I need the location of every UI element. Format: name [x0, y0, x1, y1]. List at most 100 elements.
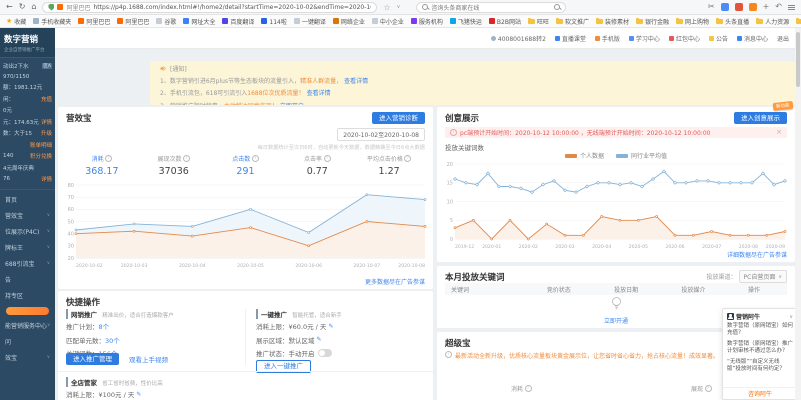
scissors-icon[interactable]: ✂ [708, 3, 715, 11]
bookmark-item[interactable]: 114啦 [261, 17, 286, 26]
metric[interactable]: 消耗?368.17 [66, 154, 138, 177]
sidebar-item[interactable]: 牌标王∨ [0, 240, 55, 256]
toggle-switch[interactable] [318, 349, 332, 357]
topbar-link[interactable]: 退出 [777, 34, 789, 43]
metric[interactable]: 平均点击价格?1.27 [353, 154, 425, 177]
bookmark-item[interactable]: 服务机构 [411, 17, 443, 26]
svg-text:40: 40 [68, 231, 74, 237]
bookmark-item[interactable]: 旺旺 [528, 17, 549, 26]
bookmark-item[interactable]: 阿里巴巴 [117, 17, 149, 26]
date-range-picker[interactable]: 2020-10-02至2020-10-08 [337, 128, 425, 141]
faq-item[interactable]: 数字营销（原网销宝）如何充值？ [727, 323, 793, 338]
legend-item[interactable]: 个人数据 [565, 151, 604, 160]
sidebar-account-line: 0元 [3, 106, 52, 114]
channel-select[interactable]: PC自营页面 ∨ [739, 270, 787, 283]
bookmark-item[interactable]: 银行金融 [636, 17, 669, 26]
translate-extension-icon[interactable] [721, 3, 729, 11]
bookmark-item[interactable]: 谷歌 [156, 17, 176, 26]
account-action-link[interactable]: 详情 [41, 118, 52, 126]
bookmark-star-icon[interactable]: ☆ [383, 3, 390, 12]
enter-promotion-management-button[interactable]: 进入推广管理 [66, 353, 119, 365]
watch-video-link[interactable]: 观看上手视频 [129, 354, 168, 364]
enter-creative-display-button[interactable]: 进入创意展示 [734, 112, 787, 124]
topbar-link[interactable]: 红包中心 [669, 34, 700, 43]
more-data-link[interactable]: 更多数据尽在广告参谋 [365, 277, 425, 286]
bookmark-item[interactable]: 百度翻译 [222, 17, 254, 26]
bookmark-item[interactable]: 网络企业 [333, 17, 365, 26]
edit-pencil-icon[interactable]: ✎ [328, 323, 333, 330]
sidebar-item[interactable]: 688引流宝∨ [0, 256, 55, 272]
sidebar-promo-button[interactable] [6, 307, 49, 315]
topbar-link[interactable]: 公告 [709, 34, 728, 43]
account-action-link[interactable]: 账单明细 [30, 141, 52, 149]
sidebar-item[interactable]: 能营销服务中心∨ [0, 318, 55, 334]
yingxiaobao-panel: 营效宝 进入营销诊断 2020-10-02至2020-10-08 每日数据统计至… [58, 107, 433, 289]
topbar-link[interactable]: 手机版 [595, 34, 620, 43]
close-icon[interactable]: × [776, 129, 782, 136]
metric[interactable]: 展现次数?37036 [138, 154, 210, 177]
browser-search[interactable]: 咨询头条商家在线 [416, 2, 566, 13]
notice-link[interactable]: 立即开启 [280, 101, 304, 105]
bookmark-item[interactable]: 人力资源 [756, 17, 789, 26]
search-icon[interactable] [554, 4, 560, 10]
edit-pencil-icon[interactable]: ✎ [136, 391, 141, 398]
scrollbar[interactable] [795, 28, 801, 400]
consult-button[interactable]: 咨询阿牛 [723, 387, 797, 399]
folder-icon [636, 19, 643, 24]
more-data-link[interactable]: 详细数据尽在广告参谋 [727, 250, 787, 259]
topbar-link[interactable]: 直播课堂 [555, 34, 586, 43]
edit-pencil-icon[interactable]: ✎ [317, 336, 322, 343]
back-icon[interactable]: ← [6, 3, 13, 11]
sidebar-item[interactable]: 效宝∨ [0, 350, 55, 366]
account-action-link[interactable]: 详情 [41, 175, 52, 183]
notice-link[interactable]: 查看详情 [307, 88, 331, 97]
faq-item[interactable]: 数字营销（原网销宝）推广计划审核不通过怎么办？ [727, 341, 793, 356]
faq-item[interactable]: “无线版”“自定义无线版”投放时间有何约定？ [727, 359, 793, 374]
metric[interactable]: 点击数?291 [210, 154, 282, 177]
chat-header[interactable]: 营销阿牛 ∨ [723, 309, 797, 323]
sidebar-item-label: 牌标王 [5, 243, 23, 252]
section-desc: 精准出价，适合打造爆款客户 [102, 313, 174, 319]
chevron-down-icon[interactable]: ∨ [789, 314, 793, 320]
fox-extension-icon[interactable] [749, 3, 757, 11]
scrollbar-thumb[interactable] [796, 32, 800, 87]
bookmark-item[interactable]: B2B网站 [489, 17, 521, 26]
sidebar-item[interactable]: 营效宝∨ [0, 208, 55, 224]
bookmark-item[interactable]: 头条直播 [716, 17, 749, 26]
legend-item[interactable]: 同行业平均值 [616, 151, 667, 160]
topbar-links: 4008001688转2 直播课堂手机版学习中心红包中心公告消息中心退出 [491, 34, 789, 43]
sidebar-item[interactable]: 问 [0, 334, 55, 350]
bookmark-item[interactable]: 飞猪快运 [450, 17, 482, 26]
shield-extension-icon[interactable] [735, 3, 743, 11]
topbar-link[interactable]: 学习中心 [629, 34, 660, 43]
sidebar-item[interactable]: 首页 [0, 192, 55, 208]
refresh-icon[interactable]: ↻ [19, 3, 26, 11]
notice-items: 1、数字营销引进6月plus节等生态板块的流量引入，精准人群流量，查看详情2、手… [160, 76, 785, 105]
bookmarks-lead[interactable]: ★ 收藏 [6, 17, 26, 26]
metric[interactable]: 点击率?0.77 [281, 154, 353, 177]
home-icon[interactable]: ⌂ [31, 3, 36, 11]
bookmark-item[interactable]: 装修素材 [596, 17, 629, 26]
bookmark-item[interactable]: 网上购物 [676, 17, 709, 26]
bookmark-item[interactable]: 经济百科 [796, 17, 801, 26]
sidebar-item[interactable]: 位展示(P4C)∨ [0, 224, 55, 240]
bookmark-item[interactable]: 阿里巴巴 [78, 17, 110, 26]
bookmark-item[interactable]: 一键翻译 [294, 17, 326, 26]
sidebar-item[interactable]: 告 [0, 272, 55, 288]
chevron-down-icon[interactable]: ∨ [397, 4, 401, 10]
sidebar-item[interactable]: 持专区 [0, 288, 55, 304]
topbar-link[interactable]: 消息中心 [737, 34, 768, 43]
account-action-link[interactable]: 升级 [41, 129, 52, 137]
bookmark-item[interactable]: 软文推广 [556, 17, 589, 26]
bookmark-item[interactable]: 中小企业 [372, 17, 404, 26]
marketing-diagnosis-button[interactable]: 进入营销诊断 [372, 112, 425, 124]
plus-icon[interactable]: + [763, 3, 770, 11]
account-action-link[interactable]: 积分兑换 [30, 152, 52, 160]
bookmark-item[interactable]: 网址大全 [183, 17, 215, 26]
bookmark-item[interactable]: 手机收藏夹 [33, 17, 71, 26]
url-bar[interactable]: 阿里巴巴 https://p4p.1688.com/index.html#!/h… [42, 2, 377, 13]
undo-icon[interactable]: ↶ [775, 3, 782, 11]
notice-link[interactable]: 查看详情 [344, 76, 368, 85]
account-action-link[interactable]: 充值 [41, 95, 52, 103]
menu-icon[interactable] [788, 5, 795, 10]
